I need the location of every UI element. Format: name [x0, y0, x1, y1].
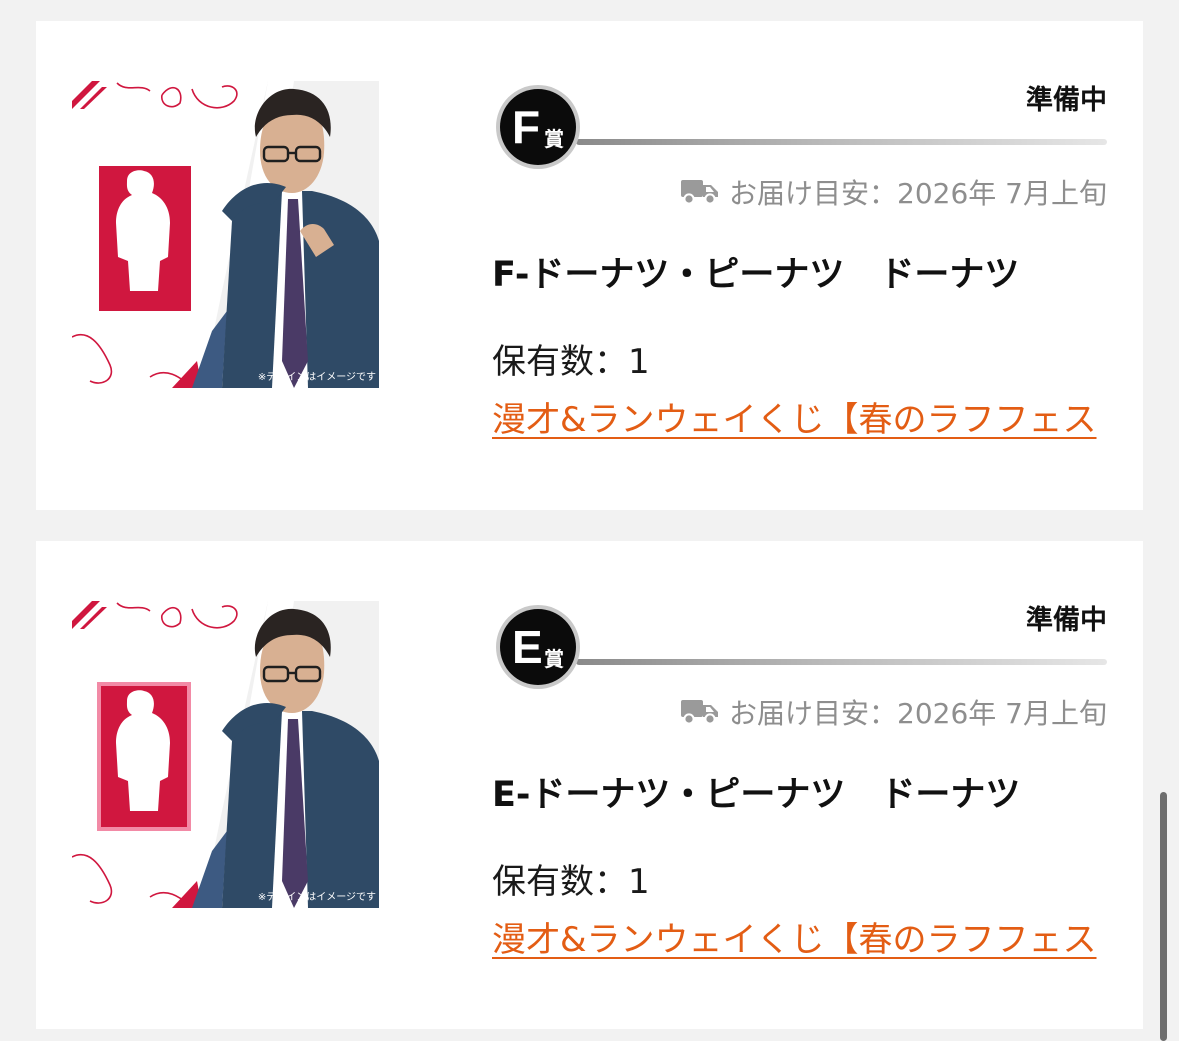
grade-divider [576, 139, 1107, 145]
grade-badge: F 賞 [496, 85, 580, 169]
prize-thumbnail[interactable]: ※デザインはイメージです [72, 81, 379, 388]
grade-letter: E [512, 621, 543, 673]
campaign-link[interactable]: 漫才&ランウェイくじ【春のラフフェス [492, 397, 1104, 443]
grade-header: F 賞 準備中 [496, 83, 1107, 173]
delivery-estimate: お届け目安：2026年 7月上旬 [496, 171, 1107, 215]
owned-count: 保有数：1 [492, 862, 650, 902]
delivery-text: お届け目安：2026年 7月上旬 [729, 177, 1107, 210]
delivery-estimate: お届け目安：2026年 7月上旬 [496, 691, 1107, 735]
image-caption: ※デザインはイメージです [258, 370, 376, 383]
item-name: F-ドーナツ・ピーナツ ドーナツ [492, 255, 1020, 295]
vertical-scrollbar[interactable] [1160, 792, 1167, 1041]
truck-icon [681, 180, 719, 205]
campaign-link[interactable]: 漫才&ランウェイくじ【春のラフフェス [492, 917, 1104, 963]
image-caption: ※デザインはイメージです [258, 890, 376, 903]
delivery-text: お届け目安：2026年 7月上旬 [729, 697, 1107, 730]
prize-thumbnail[interactable]: ※デザインはイメージです [72, 601, 379, 908]
item-name: E-ドーナツ・ピーナツ ドーナツ [492, 775, 1021, 815]
grade-suffix: 賞 [544, 127, 564, 151]
grade-suffix: 賞 [544, 647, 564, 671]
prize-card[interactable]: ※デザインはイメージです E 賞 準備中 お届け目安：2026年 7月上旬 E-… [36, 541, 1143, 1029]
grade-divider [576, 659, 1107, 665]
truck-icon [681, 700, 719, 725]
prize-card[interactable]: ※デザインはイメージです F 賞 準備中 お届け目安：2026年 7月上旬 F-… [36, 21, 1143, 510]
owned-count: 保有数：1 [492, 342, 650, 382]
status-label: 準備中 [1026, 605, 1107, 636]
grade-badge: E 賞 [496, 605, 580, 689]
prize-list: ※デザインはイメージです F 賞 準備中 お届け目安：2026年 7月上旬 F-… [0, 0, 1179, 1041]
status-label: 準備中 [1026, 85, 1107, 116]
grade-header: E 賞 準備中 [496, 603, 1107, 693]
grade-letter: F [512, 101, 541, 153]
